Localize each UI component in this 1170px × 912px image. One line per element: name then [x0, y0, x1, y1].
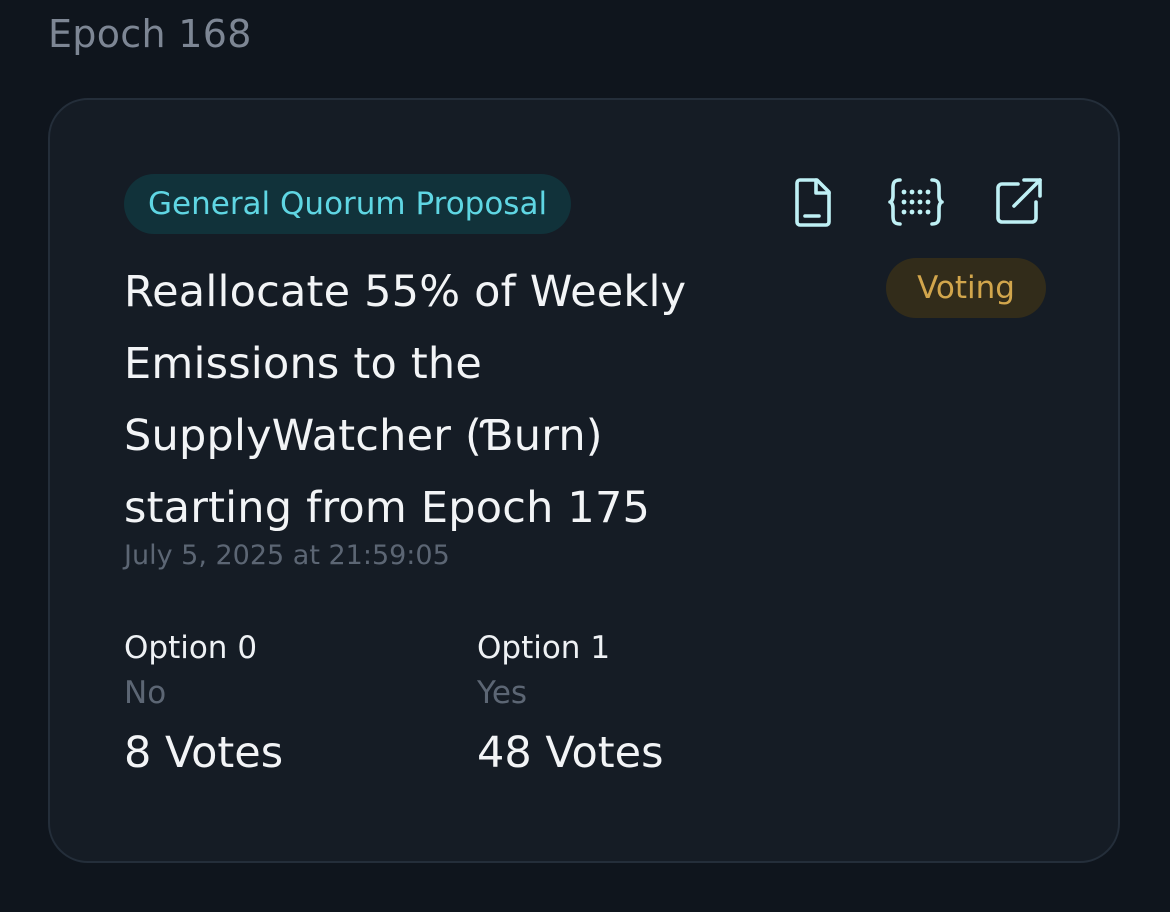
code-icon[interactable]	[888, 174, 944, 230]
option-name: Yes	[477, 675, 528, 711]
document-icon[interactable]	[786, 174, 842, 230]
option-name: No	[124, 675, 167, 711]
vote-option-yes: Option 1 Yes 48 Votes	[477, 626, 664, 788]
option-label: Option 1	[477, 630, 611, 666]
proposal-type-badge: General Quorum Proposal	[124, 174, 572, 234]
epoch-heading: Epoch 168	[48, 12, 252, 56]
proposal-card[interactable]: General Quorum Proposal Voting Reallocat…	[48, 98, 1120, 863]
proposal-timestamp: July 5, 2025 at 21:59:05	[124, 540, 450, 571]
option-vote-count: 8 Votes	[124, 728, 284, 778]
option-vote-count: 48 Votes	[477, 728, 664, 778]
status-badge: Voting	[886, 258, 1046, 318]
proposal-title: Reallocate 55% of Weekly Emissions to th…	[124, 267, 687, 533]
external-link-icon[interactable]	[990, 174, 1046, 230]
option-label: Option 0	[124, 630, 258, 666]
vote-option-no: Option 0 No 8 Votes	[124, 626, 283, 788]
